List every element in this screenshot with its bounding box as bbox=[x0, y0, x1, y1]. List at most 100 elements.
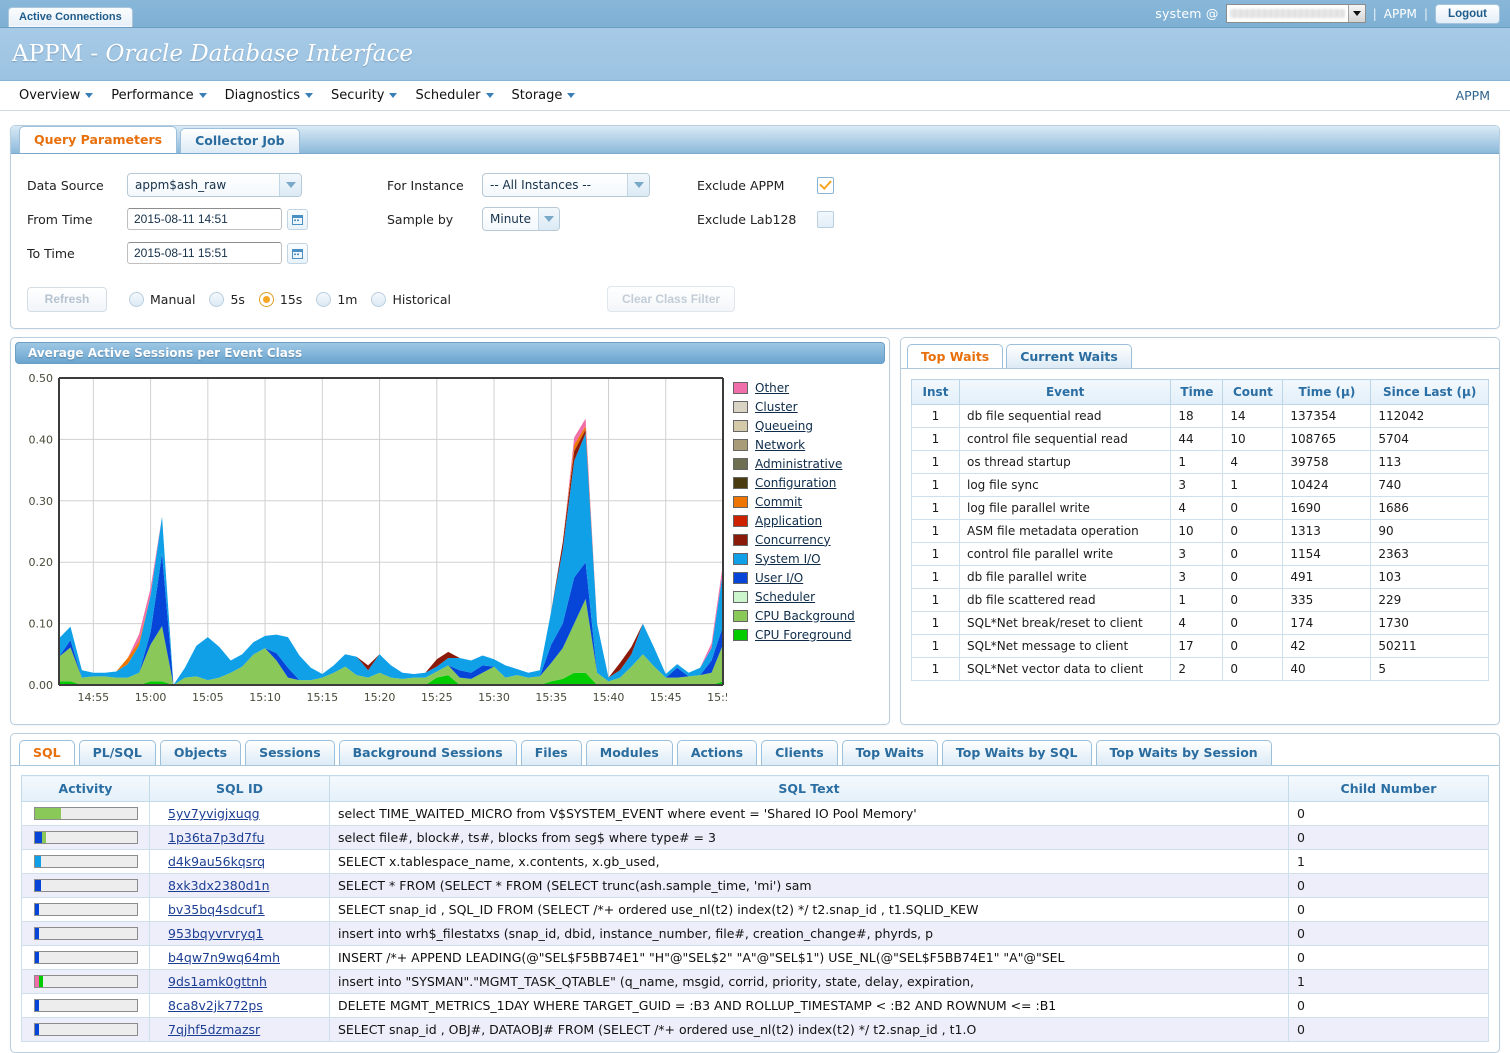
tab-sessions[interactable]: Sessions bbox=[245, 740, 335, 765]
legend-label[interactable]: Commit bbox=[755, 495, 802, 509]
column-header[interactable]: Child Number bbox=[1288, 775, 1489, 802]
table-row[interactable]: b4qw7n9wq64mh INSERT /*+ APPEND LEADING(@… bbox=[21, 945, 1489, 970]
legend-label[interactable]: Concurrency bbox=[755, 533, 831, 547]
legend-label[interactable]: Queueing bbox=[755, 419, 813, 433]
tab-collector-job[interactable]: Collector Job bbox=[180, 128, 300, 153]
table-row[interactable]: 1 log file parallel write 4 0 1690 1686 bbox=[911, 496, 1489, 520]
area-chart[interactable]: 0.00 0.10 0.20 0.30 0.40 0.50 14:55 15:00 15:05 1… bbox=[17, 370, 739, 718]
sql-id-link[interactable]: b4qw7n9wq64mh bbox=[168, 950, 280, 965]
interval-option-15s[interactable]: 15s bbox=[258, 291, 302, 307]
legend-label[interactable]: Other bbox=[755, 381, 789, 395]
legend-label[interactable]: Application bbox=[755, 514, 822, 528]
legend-label[interactable]: System I/O bbox=[755, 552, 821, 566]
legend-item[interactable]: Cluster bbox=[733, 397, 855, 416]
tab-query-parameters[interactable]: Query Parameters bbox=[19, 126, 178, 153]
legend-label[interactable]: User I/O bbox=[755, 571, 803, 585]
table-row[interactable]: 5yv7yvigjxuqg select TIME_WAITED_MICRO fr… bbox=[21, 801, 1489, 826]
table-row[interactable]: 1 control file sequential read 44 10 108765 5… bbox=[911, 427, 1489, 451]
connection-select[interactable] bbox=[1225, 4, 1366, 23]
table-row[interactable]: 9ds1amk0gttnh insert into "SYSMAN"."MGMT_… bbox=[21, 969, 1489, 994]
legend-label[interactable]: Scheduler bbox=[755, 590, 815, 604]
chevron-down-icon[interactable] bbox=[1347, 5, 1365, 22]
column-header[interactable]: SQL ID bbox=[149, 775, 330, 802]
sql-id-link[interactable]: 9ds1amk0gttnh bbox=[168, 974, 267, 989]
column-header[interactable]: Count bbox=[1222, 379, 1284, 405]
legend-item[interactable]: Commit bbox=[733, 492, 855, 511]
legend-label[interactable]: CPU Background bbox=[755, 609, 855, 623]
tab-top-waits-by-session[interactable]: Top Waits by Session bbox=[1095, 740, 1272, 765]
legend-item[interactable]: System I/O bbox=[733, 549, 855, 568]
tab-top-waits-by-sql[interactable]: Top Waits by SQL bbox=[941, 740, 1092, 765]
tab-current-waits[interactable]: Current Waits bbox=[1006, 344, 1132, 368]
legend-label[interactable]: Cluster bbox=[755, 400, 798, 414]
calendar-icon[interactable] bbox=[287, 208, 308, 230]
table-row[interactable]: 953bqyvrvryq1 insert into wrh$_filestatxs… bbox=[21, 921, 1489, 946]
legend-label[interactable]: Configuration bbox=[755, 476, 836, 490]
sql-id-link[interactable]: 5yv7yvigjxuqg bbox=[168, 806, 260, 821]
legend-item[interactable]: User I/O bbox=[733, 568, 855, 587]
legend-label[interactable]: Network bbox=[755, 438, 805, 452]
table-row[interactable]: bv35bq4sdcuf1 SELECT snap_id , SQL_ID FRO… bbox=[21, 897, 1489, 922]
table-row[interactable]: 1p36ta7p3d7fu select file#, block#, ts#, … bbox=[21, 825, 1489, 850]
column-header[interactable]: Time bbox=[1170, 379, 1224, 405]
table-row[interactable]: 1 log file sync 3 1 10424 740 bbox=[911, 473, 1489, 497]
column-header[interactable]: Activity bbox=[21, 775, 150, 802]
column-header[interactable]: Event bbox=[958, 379, 1172, 405]
column-header[interactable]: Time (µ) bbox=[1282, 379, 1372, 405]
menu-item-diagnostics[interactable]: Diagnostics bbox=[216, 84, 322, 107]
legend-item[interactable]: CPU Foreground bbox=[733, 625, 855, 644]
logout-button[interactable]: Logout bbox=[1435, 3, 1500, 24]
table-row[interactable]: 8ca8v2jk772ps DELETE MGMT_METRICS_1DAY WH… bbox=[21, 993, 1489, 1018]
tab-pl-sql[interactable]: PL/SQL bbox=[78, 740, 156, 765]
appm-link[interactable]: APPM bbox=[1384, 7, 1417, 21]
tab-actions[interactable]: Actions bbox=[676, 740, 758, 765]
tab-background-sessions[interactable]: Background Sessions bbox=[338, 740, 517, 765]
tab-files[interactable]: Files bbox=[520, 740, 582, 765]
menu-item-storage[interactable]: Storage bbox=[503, 84, 585, 107]
table-row[interactable]: 1 db file parallel write 3 0 491 103 bbox=[911, 565, 1489, 589]
tab-modules[interactable]: Modules bbox=[585, 740, 673, 765]
menu-item-scheduler[interactable]: Scheduler bbox=[406, 84, 502, 107]
legend-item[interactable]: Concurrency bbox=[733, 530, 855, 549]
data-source-select[interactable]: appm$ash_raw bbox=[127, 173, 302, 197]
calendar-icon[interactable] bbox=[287, 242, 308, 264]
to-time-input[interactable] bbox=[127, 242, 282, 264]
interval-option-manual[interactable]: Manual bbox=[129, 291, 195, 307]
radio-icon[interactable] bbox=[129, 291, 144, 307]
exclude-appm-checkbox[interactable] bbox=[817, 176, 834, 194]
legend-item[interactable]: Other bbox=[733, 378, 855, 397]
interval-option-1m[interactable]: 1m bbox=[316, 291, 357, 307]
menu-item-overview[interactable]: Overview bbox=[10, 84, 102, 107]
table-row[interactable]: 1 db file sequential read 18 14 137354 112042 bbox=[911, 404, 1489, 428]
table-row[interactable]: 8xk3dx2380d1n SELECT * FROM (SELECT * FRO… bbox=[21, 873, 1489, 898]
legend-item[interactable]: CPU Background bbox=[733, 606, 855, 625]
table-row[interactable]: 1 ASM file metadata operation 10 0 1313 90 bbox=[911, 519, 1489, 543]
interval-option-historical[interactable]: Historical bbox=[371, 291, 451, 307]
chevron-down-icon[interactable] bbox=[627, 174, 649, 196]
menu-item-performance[interactable]: Performance bbox=[102, 84, 215, 107]
from-time-input[interactable] bbox=[127, 208, 282, 230]
radio-icon[interactable] bbox=[316, 291, 332, 307]
table-row[interactable]: 7qjhf5dzmazsr SELECT snap_id , OBJ#, DATA… bbox=[21, 1017, 1489, 1042]
chevron-down-icon[interactable] bbox=[279, 174, 301, 196]
for-instance-select[interactable]: -- All Instances -- bbox=[482, 173, 650, 197]
tab-sql[interactable]: SQL bbox=[19, 740, 75, 765]
clear-class-filter-button[interactable]: Clear Class Filter bbox=[607, 286, 736, 312]
table-row[interactable]: 1 control file parallel write 3 0 1154 2363 bbox=[911, 542, 1489, 566]
sql-id-link[interactable]: 8ca8v2jk772ps bbox=[168, 998, 263, 1013]
chevron-down-icon[interactable] bbox=[538, 208, 559, 230]
table-row[interactable]: 1 SQL*Net break/reset to client 4 0 174 1730 bbox=[911, 611, 1489, 635]
sql-id-link[interactable]: 1p36ta7p3d7fu bbox=[168, 830, 264, 845]
table-row[interactable]: 1 db file scattered read 1 0 335 229 bbox=[911, 588, 1489, 612]
table-row[interactable]: d4k9au56kqsrq SELECT x.tablespace_name, x… bbox=[21, 849, 1489, 874]
legend-item[interactable]: Network bbox=[733, 435, 855, 454]
radio-icon[interactable] bbox=[258, 291, 274, 307]
sql-id-link[interactable]: d4k9au56kqsrq bbox=[168, 854, 265, 869]
column-header[interactable]: Since Last (µ) bbox=[1370, 379, 1489, 405]
sample-by-select[interactable]: Minute bbox=[482, 207, 560, 231]
radio-icon[interactable] bbox=[371, 291, 387, 307]
table-row[interactable]: 1 os thread startup 1 4 39758 113 bbox=[911, 450, 1489, 474]
tab-clients[interactable]: Clients bbox=[761, 740, 838, 765]
tab-top-waits[interactable]: Top Waits bbox=[907, 344, 1004, 368]
radio-icon[interactable] bbox=[209, 291, 225, 307]
